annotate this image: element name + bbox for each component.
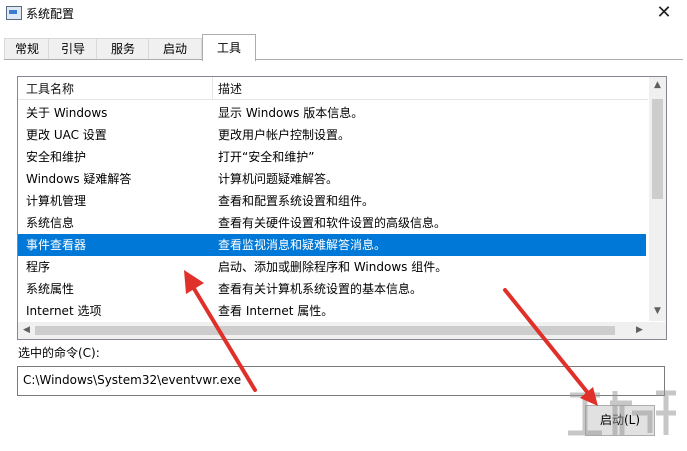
list-item[interactable]: 计算机管理 查看和配置系统设置和组件。 xyxy=(18,190,646,212)
list-item[interactable]: Windows 疑难解答 计算机问题疑难解答。 xyxy=(18,168,646,190)
tab-startup[interactable]: 启动 xyxy=(148,38,202,60)
tool-description-cell: 查看有关计算机系统设置的基本信息。 xyxy=(218,282,423,296)
list-item[interactable]: 系统属性 查看有关计算机系统设置的基本信息。 xyxy=(18,278,646,300)
watermark-logo xyxy=(568,390,676,436)
tool-name-cell: 程序 xyxy=(26,260,51,274)
tool-name-cell: 计算机管理 xyxy=(26,194,87,208)
tool-name-cell: Windows 疑难解答 xyxy=(26,172,132,186)
vertical-scroll-thumb[interactable] xyxy=(652,99,663,199)
column-header-tool-name[interactable]: 工具名称 xyxy=(26,80,74,97)
vertical-scrollbar[interactable]: ▲ ▼ xyxy=(649,77,666,321)
tool-name-cell: 系统属性 xyxy=(26,282,75,296)
tab-tools[interactable]: 工具 xyxy=(202,34,256,61)
horizontal-scroll-thumb[interactable] xyxy=(35,326,615,335)
scrollbar-corner xyxy=(649,322,666,339)
tool-description-cell: 启动、添加或删除程序和 Windows 组件。 xyxy=(218,260,448,274)
tool-name-cell: 事件查看器 xyxy=(26,238,87,252)
tool-description-cell: 显示 Windows 版本信息。 xyxy=(218,106,364,120)
tool-description-cell: 查看有关硬件设置和软件设置的高级信息。 xyxy=(218,216,447,230)
tools-list[interactable]: 工具名称 描述 关于 Windows 显示 Windows 版本信息。更改 UAC… xyxy=(17,76,667,340)
tab-strip: 常规 引导 服务 启动 工具 xyxy=(0,34,687,61)
title-bar: 系统配置 ✕ xyxy=(0,0,687,30)
tool-description-cell: 更改用户帐户控制设置。 xyxy=(218,128,351,142)
scroll-left-icon[interactable]: ◀ xyxy=(18,325,35,335)
horizontal-scrollbar[interactable]: ◀ ▶ xyxy=(18,322,649,339)
list-item[interactable]: 程序 启动、添加或删除程序和 Windows 组件。 xyxy=(18,256,646,278)
list-item[interactable]: 事件查看器 查看监视消息和疑难解答消息。 xyxy=(18,234,646,256)
list-item[interactable]: 更改 UAC 设置 更改用户帐户控制设置。 xyxy=(18,124,646,146)
column-header-description[interactable]: 描述 xyxy=(218,80,242,97)
scroll-up-icon[interactable]: ▲ xyxy=(649,80,666,90)
tool-description-cell: 查看监视消息和疑难解答消息。 xyxy=(218,238,387,252)
tool-name-cell: Internet 选项 xyxy=(26,304,102,318)
scroll-down-icon[interactable]: ▼ xyxy=(649,306,666,316)
list-item[interactable]: 系统信息 查看有关硬件设置和软件设置的高级信息。 xyxy=(18,212,646,234)
tool-description-cell: 查看和配置系统设置和组件。 xyxy=(218,194,375,208)
tool-name-cell: 系统信息 xyxy=(26,216,75,230)
window-title: 系统配置 xyxy=(26,7,75,21)
tool-name-cell: 安全和维护 xyxy=(26,150,87,164)
selected-command-value: C:\Windows\System32\eventvwr.exe xyxy=(23,373,242,387)
column-divider[interactable] xyxy=(212,77,213,99)
list-item[interactable]: 安全和维护 打开“安全和维护” xyxy=(18,146,646,168)
system-config-icon xyxy=(6,6,22,20)
tool-name-cell: 关于 Windows xyxy=(26,106,108,120)
tab-general[interactable]: 常规 xyxy=(4,38,50,60)
tool-description-cell: 查看 Internet 属性。 xyxy=(218,304,334,318)
list-rows: 关于 Windows 显示 Windows 版本信息。更改 UAC 设置 更改用户帐… xyxy=(18,102,646,322)
tool-description-cell: 打开“安全和维护” xyxy=(218,150,315,164)
scroll-right-icon[interactable]: ▶ xyxy=(631,325,648,335)
close-button[interactable]: ✕ xyxy=(641,0,687,28)
tab-services[interactable]: 服务 xyxy=(96,38,150,60)
tool-name-cell: 更改 UAC 设置 xyxy=(26,128,107,142)
list-item[interactable]: Internet 选项 查看 Internet 属性。 xyxy=(18,300,646,322)
list-item[interactable]: 关于 Windows 显示 Windows 版本信息。 xyxy=(18,102,646,124)
list-header: 工具名称 描述 xyxy=(18,77,648,100)
tab-boot[interactable]: 引导 xyxy=(48,38,98,60)
selected-command-label: 选中的命令(C): xyxy=(18,346,100,360)
tool-description-cell: 计算机问题疑难解答。 xyxy=(218,172,339,186)
